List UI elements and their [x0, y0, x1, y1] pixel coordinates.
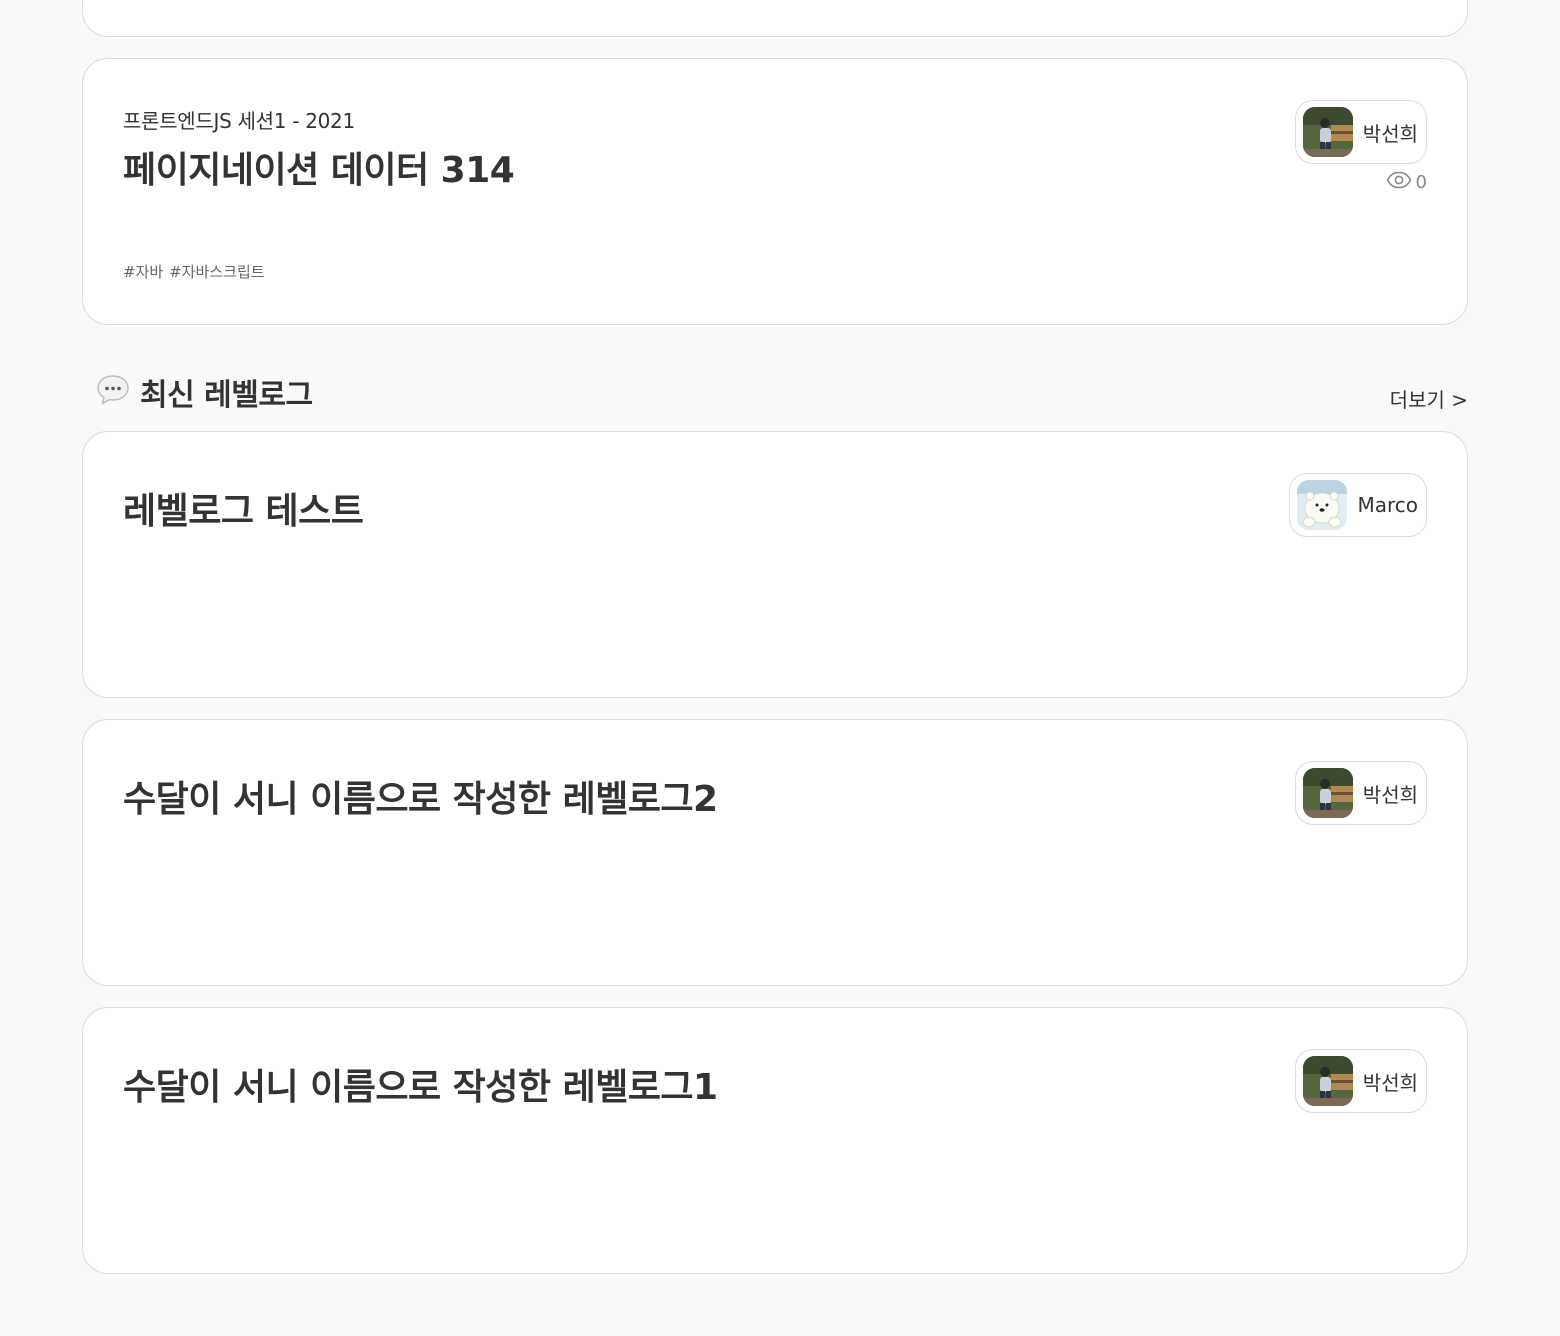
author-chip[interactable]: 박선희: [1294, 1049, 1427, 1113]
tag[interactable]: #자바스크립트: [169, 263, 264, 281]
view-count: 0: [1386, 171, 1427, 194]
levellog-card[interactable]: 레벨로그 테스트 Marco: [82, 431, 1468, 698]
author-name: Marco: [1357, 493, 1418, 517]
avatar: [1302, 768, 1353, 818]
avatar: [1302, 1056, 1353, 1106]
avatar: [1297, 480, 1348, 530]
levellog-title: 수달이 서니 이름으로 작성한 레벨로그2: [123, 779, 718, 820]
study-card[interactable]: 프론트엔드JS 세션1 - 2021 페이지네이션 데이터 314 #자바 #자바…: [82, 58, 1468, 325]
author-chip[interactable]: 박선희: [1294, 761, 1427, 825]
levellog-title: 수달이 서니 이름으로 작성한 레벨로그1: [123, 1067, 718, 1108]
author-name: 박선희: [1362, 782, 1418, 807]
more-link[interactable]: 더보기 >: [1390, 384, 1468, 413]
study-title: 페이지네이션 데이터 314: [123, 150, 515, 191]
author-name: 박선희: [1362, 1070, 1418, 1095]
tag[interactable]: #자바: [123, 263, 163, 281]
view-count-value: 0: [1415, 172, 1427, 193]
tag-list: #자바 #자바스크립트: [123, 261, 271, 282]
section-header: 최신 레벨로그: [96, 370, 313, 414]
section-title: 최신 레벨로그: [140, 378, 313, 413]
author-chip[interactable]: 박선희: [1294, 100, 1427, 164]
author-chip[interactable]: Marco: [1289, 473, 1427, 537]
previous-study-card[interactable]: [82, 0, 1468, 37]
speech-bubble-icon: [96, 374, 130, 410]
levellog-card[interactable]: 수달이 서니 이름으로 작성한 레벨로그2 박선희: [82, 719, 1468, 986]
eye-icon: [1386, 171, 1412, 194]
author-name: 박선희: [1362, 121, 1418, 146]
page: 프론트엔드JS 세션1 - 2021 페이지네이션 데이터 314 #자바 #자바…: [0, 0, 1560, 1336]
session-label: 프론트엔드JS 세션1 - 2021: [123, 109, 355, 133]
avatar: [1302, 107, 1353, 157]
levellog-card[interactable]: 수달이 서니 이름으로 작성한 레벨로그1 박선희: [82, 1007, 1468, 1274]
levellog-title: 레벨로그 테스트: [123, 491, 364, 532]
